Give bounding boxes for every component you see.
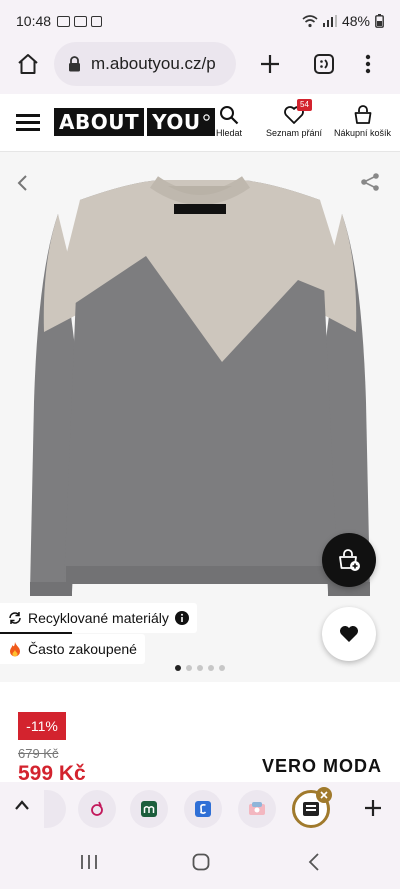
wishlist-button[interactable]: 54 Seznam přání	[266, 99, 323, 138]
tab-shortcut[interactable]	[44, 790, 66, 828]
tab-shortcut[interactable]	[184, 790, 222, 828]
home-icon	[18, 54, 38, 74]
site-header: ABOUT YOU Hledat 54 Seznam přání Nákupní…	[0, 94, 400, 152]
add-shortcut-button[interactable]	[364, 799, 382, 822]
url-text: m.aboutyou.cz/p	[91, 54, 216, 73]
home-button[interactable]	[8, 42, 48, 86]
cart-button[interactable]: Nákupní košík	[334, 102, 391, 138]
site-favicon-icon	[195, 801, 211, 817]
often-bought-chip: Často zakoupené	[0, 634, 145, 664]
logo-about: ABOUT	[54, 108, 145, 136]
wishlist-label: Seznam přání	[266, 128, 323, 138]
heart-filled-icon	[340, 626, 358, 642]
wishlist-badge: 54	[297, 99, 312, 111]
status-bar: 10:48 48%	[0, 0, 400, 42]
address-bar[interactable]: m.aboutyou.cz/p	[54, 42, 236, 86]
bag-plus-icon	[339, 549, 360, 571]
discount-badge: -11%	[18, 712, 66, 740]
bag-icon	[354, 105, 371, 124]
share-button[interactable]	[360, 172, 380, 197]
gallery-back-button[interactable]	[16, 174, 28, 197]
chevron-left-icon	[17, 175, 27, 191]
original-price: 679 Kč	[18, 746, 59, 761]
site-favicon-icon	[91, 801, 103, 816]
brand-name[interactable]: VERO MODA	[262, 756, 382, 777]
plus-icon	[261, 55, 279, 73]
more-vertical-icon	[365, 54, 371, 74]
recycle-icon	[9, 612, 21, 624]
browser-toolbar: m.aboutyou.cz/p	[0, 42, 400, 94]
notification-icon	[91, 15, 103, 27]
browser-bottom-toolbar	[0, 782, 400, 836]
info-icon[interactable]	[174, 611, 189, 625]
recent-apps-button[interactable]	[80, 854, 98, 875]
cart-label: Nákupní košík	[334, 128, 392, 138]
tabs-icon	[314, 54, 334, 74]
fire-icon	[10, 642, 20, 657]
recycled-materials-chip[interactable]: Recyklované materiály	[0, 603, 197, 633]
menu-button[interactable]	[16, 114, 40, 132]
home-nav-button[interactable]	[192, 853, 210, 876]
search-label: Hledat	[216, 128, 243, 138]
site-favicon-icon	[249, 802, 265, 815]
about-you-logo[interactable]: ABOUT YOU	[54, 108, 215, 136]
signal-icon	[322, 15, 337, 27]
close-icon	[320, 791, 328, 799]
recycled-materials-label: Recyklované materiály	[28, 610, 169, 626]
status-time: 10:48	[16, 13, 52, 29]
lock-icon	[69, 56, 80, 72]
new-tab-button[interactable]	[250, 42, 290, 86]
browser-menu-button[interactable]	[348, 42, 388, 86]
pagination-dot[interactable]	[175, 665, 181, 671]
gallery-icon	[74, 15, 88, 27]
system-navigation-bar	[0, 836, 400, 889]
product-gallery[interactable]: Recyklované materiály Často zakoupené	[0, 152, 400, 682]
logo-you: YOU	[147, 108, 215, 136]
add-to-cart-fab[interactable]	[322, 533, 376, 587]
gmail-icon	[57, 15, 71, 27]
pagination-dot[interactable]	[219, 665, 225, 671]
search-icon	[220, 106, 239, 125]
tabs-button[interactable]	[304, 42, 344, 86]
pagination-dot[interactable]	[197, 665, 203, 671]
home-circle-icon	[192, 853, 210, 871]
wifi-icon	[302, 14, 318, 27]
often-bought-label: Často zakoupené	[28, 641, 137, 657]
close-tab-button[interactable]	[316, 787, 332, 803]
recents-icon	[81, 855, 97, 869]
collapse-toolbar-button[interactable]	[14, 798, 30, 816]
pagination-dot[interactable]	[208, 665, 214, 671]
price-section: -11% 679 Kč 599 Kč VERO MODA	[0, 682, 400, 785]
site-favicon-icon	[141, 801, 157, 817]
battery-text: 48%	[341, 13, 370, 29]
chevron-up-icon	[15, 800, 29, 810]
tab-shortcut[interactable]	[130, 790, 168, 828]
battery-icon	[375, 14, 384, 28]
gallery-pagination	[0, 665, 400, 671]
plus-icon	[365, 800, 381, 816]
pagination-dot[interactable]	[186, 665, 192, 671]
site-favicon-icon	[303, 802, 319, 816]
tab-shortcut[interactable]	[78, 790, 116, 828]
share-icon	[361, 173, 379, 191]
tab-shortcut[interactable]	[238, 790, 276, 828]
search-button[interactable]: Hledat	[216, 102, 242, 138]
wishlist-fab[interactable]	[322, 607, 376, 661]
back-nav-button[interactable]	[308, 853, 320, 876]
back-icon	[308, 853, 319, 871]
